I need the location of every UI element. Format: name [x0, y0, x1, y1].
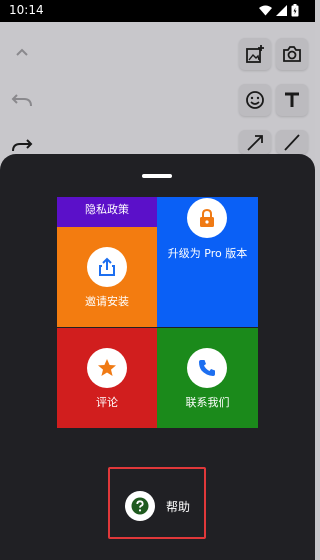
line-icon [284, 134, 300, 151]
text-icon [285, 92, 299, 107]
help-label: 帮助 [166, 500, 191, 514]
wifi-icon [259, 5, 272, 16]
upgrade-icon-circle [187, 198, 227, 238]
signal-icon [276, 5, 287, 16]
redo-icon [12, 139, 33, 152]
upgrade-pro-label: 升级为 Pro 版本 [167, 247, 248, 260]
bottom-sheet-menu: 隐私政策 升级为 Pro 版本 邀请安装 评论 联系我们 帮助 [0, 154, 315, 560]
arrow-icon [247, 135, 263, 151]
contact-us-label: 联系我们 [185, 396, 230, 409]
privacy-policy-tile[interactable]: 隐私政策 [57, 197, 157, 227]
invite-icon-circle [87, 247, 127, 287]
upgrade-pro-tile[interactable]: 升级为 Pro 版本 [157, 197, 258, 327]
help-icon-circle [125, 491, 155, 521]
emoji-icon [246, 91, 264, 109]
privacy-policy-label: 隐私政策 [85, 203, 129, 216]
camera-icon [283, 46, 301, 62]
review-tile[interactable]: 评论 [57, 328, 157, 428]
invite-install-label: 邀请安装 [85, 295, 129, 308]
text-button[interactable] [276, 84, 308, 116]
lock-icon [200, 208, 214, 227]
status-bar: 10:14 [0, 0, 315, 22]
contact-us-tile[interactable]: 联系我们 [157, 328, 258, 428]
status-time: 10:14 [9, 3, 44, 17]
arrow-button[interactable] [239, 130, 271, 154]
status-icons [259, 4, 299, 17]
battery-icon [291, 4, 299, 17]
undo-icon [11, 94, 32, 107]
star-icon [98, 359, 116, 376]
line-button[interactable] [276, 130, 308, 154]
review-label: 评论 [96, 396, 118, 409]
help-button[interactable]: 帮助 [108, 467, 206, 539]
chevron-up-icon [16, 48, 28, 56]
undo-button[interactable] [6, 84, 38, 116]
share-icon [99, 257, 115, 276]
contact-icon-circle [187, 348, 227, 388]
phone-icon [199, 360, 215, 376]
review-icon-circle [87, 348, 127, 388]
invite-install-tile[interactable]: 邀请安装 [57, 227, 157, 327]
drag-handle[interactable] [142, 174, 172, 178]
emoji-button[interactable] [239, 84, 271, 116]
camera-button[interactable] [276, 38, 308, 70]
add-image-icon [246, 45, 264, 63]
collapse-button[interactable] [6, 36, 38, 68]
add-image-button[interactable] [239, 38, 271, 70]
question-icon [131, 497, 149, 515]
